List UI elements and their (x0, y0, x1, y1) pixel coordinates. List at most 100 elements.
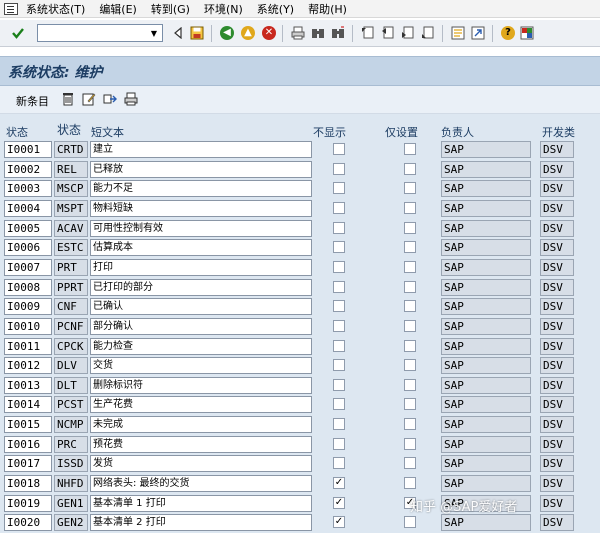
no-display-checkbox[interactable] (333, 241, 345, 254)
command-input[interactable] (38, 25, 146, 41)
short-text-field[interactable]: 已打印的部分 (90, 278, 312, 296)
cancel-icon[interactable]: ✕ (261, 25, 277, 41)
short-text-field[interactable]: 能力检查 (90, 337, 312, 355)
maintain-only-checkbox[interactable] (404, 339, 416, 352)
menu-system[interactable]: 系统(Y) (257, 1, 294, 17)
back-triangle-icon[interactable] (170, 25, 186, 41)
short-text-field[interactable]: 删除标识符 (90, 376, 312, 394)
short-text-field[interactable]: 已释放 (90, 160, 312, 178)
short-text-field[interactable]: 基本清单 2 打印 (90, 514, 312, 532)
short-text-field[interactable]: 发货 (90, 455, 312, 473)
no-display-checkbox[interactable] (333, 201, 345, 214)
maintain-only-checkbox[interactable] (404, 241, 416, 254)
exit-icon[interactable]: ▲ (240, 25, 256, 41)
status-id-field[interactable]: I0004 (4, 199, 52, 217)
column-header-owner[interactable]: 负责人 (441, 124, 474, 140)
edit-icon[interactable] (81, 91, 97, 107)
column-header-maintain-only[interactable]: 仅设置 (385, 124, 418, 140)
save-icon[interactable] (189, 25, 205, 41)
short-text-field[interactable]: 能力不足 (90, 180, 312, 198)
maintain-only-checkbox[interactable] (404, 378, 416, 391)
short-text-field[interactable]: 建立 (90, 141, 312, 158)
no-display-checkbox[interactable] (333, 457, 345, 470)
print-icon[interactable] (290, 25, 306, 41)
no-display-checkbox[interactable] (333, 378, 345, 391)
maintain-only-checkbox[interactable] (404, 437, 416, 450)
status-id-field[interactable]: I0018 (4, 475, 52, 493)
status-id-field[interactable]: I0008 (4, 278, 52, 296)
status-id-field[interactable]: I0012 (4, 357, 52, 375)
menu-environment[interactable]: 环境(N) (204, 1, 243, 17)
no-display-checkbox[interactable] (333, 221, 345, 234)
maintain-only-checkbox[interactable] (404, 201, 416, 214)
no-display-checkbox[interactable]: ✓ (333, 477, 345, 490)
maintain-only-checkbox[interactable] (404, 143, 416, 155)
short-text-field[interactable]: 网络表头: 最终的交货 (90, 475, 312, 493)
new-entries-button[interactable]: 新条目 (16, 93, 49, 109)
maintain-only-checkbox[interactable] (404, 359, 416, 372)
menu-edit[interactable]: 编辑(E) (99, 1, 137, 17)
short-text-field[interactable]: 可用性控制有效 (90, 219, 312, 237)
help-icon[interactable]: ? (500, 25, 516, 41)
new-session-icon[interactable] (450, 25, 466, 41)
no-display-checkbox[interactable] (333, 162, 345, 175)
short-text-field[interactable]: 打印 (90, 258, 312, 276)
next-page-icon[interactable] (400, 25, 416, 41)
short-text-field[interactable]: 部分确认 (90, 317, 312, 335)
no-display-checkbox[interactable] (333, 437, 345, 450)
maintain-only-checkbox[interactable] (404, 319, 416, 332)
prev-page-icon[interactable] (380, 25, 396, 41)
status-id-field[interactable]: I0017 (4, 455, 52, 473)
short-text-field[interactable]: 已确认 (90, 298, 312, 316)
status-id-field[interactable]: I0002 (4, 160, 52, 178)
maintain-only-checkbox[interactable] (404, 516, 416, 529)
maintain-only-checkbox[interactable] (404, 260, 416, 273)
no-display-checkbox[interactable] (333, 143, 345, 155)
status-id-field[interactable]: I0014 (4, 396, 52, 414)
short-text-field[interactable]: 未完成 (90, 416, 312, 434)
no-display-checkbox[interactable] (333, 359, 345, 372)
status-id-field[interactable]: I0009 (4, 298, 52, 316)
maintain-only-checkbox[interactable] (404, 221, 416, 234)
menu-system-status[interactable]: 系统状态(T) (26, 1, 85, 17)
shortcut-icon[interactable] (470, 25, 486, 41)
maintain-only-checkbox[interactable] (404, 457, 416, 470)
app-menu-icon[interactable] (4, 2, 18, 15)
status-id-field[interactable]: I0015 (4, 416, 52, 434)
maintain-only-checkbox[interactable] (404, 162, 416, 175)
maintain-only-checkbox[interactable] (404, 418, 416, 431)
no-display-checkbox[interactable] (333, 319, 345, 332)
short-text-field[interactable]: 物料短缺 (90, 199, 312, 217)
column-header-status[interactable]: 状态 (6, 124, 28, 140)
no-display-checkbox[interactable] (333, 280, 345, 293)
maintain-only-checkbox[interactable] (404, 477, 416, 490)
status-id-field[interactable]: I0013 (4, 376, 52, 394)
status-id-field[interactable]: I0016 (4, 435, 52, 453)
chevron-down-icon[interactable]: ▼ (146, 25, 162, 41)
maintain-only-checkbox[interactable] (404, 398, 416, 411)
status-id-field[interactable]: I0010 (4, 317, 52, 335)
no-display-checkbox[interactable]: ✓ (333, 496, 345, 509)
last-page-icon[interactable] (420, 25, 436, 41)
column-header-dev-class[interactable]: 开发类 (542, 124, 575, 140)
status-id-field[interactable]: I0011 (4, 337, 52, 355)
menu-help[interactable]: 帮助(H) (308, 1, 347, 17)
maintain-only-checkbox[interactable] (404, 280, 416, 293)
column-header-code[interactable]: 状态 (57, 121, 81, 138)
short-text-field[interactable]: 生产花费 (90, 396, 312, 414)
column-header-no-display[interactable]: 不显示 (313, 124, 346, 140)
no-display-checkbox[interactable]: ✓ (333, 516, 345, 529)
short-text-field[interactable]: 预花费 (90, 435, 312, 453)
find-icon[interactable] (310, 25, 326, 41)
status-id-field[interactable]: I0020 (4, 514, 52, 532)
transport-icon[interactable] (102, 91, 118, 107)
find-next-icon[interactable] (330, 25, 346, 41)
short-text-field[interactable]: 估算成本 (90, 239, 312, 257)
back-icon[interactable]: ◀ (219, 25, 235, 41)
status-id-field[interactable]: I0003 (4, 180, 52, 198)
no-display-checkbox[interactable] (333, 300, 345, 313)
short-text-field[interactable]: 交货 (90, 357, 312, 375)
status-id-field[interactable]: I0006 (4, 239, 52, 257)
delete-icon[interactable] (60, 91, 76, 107)
short-text-field[interactable]: 基本清单 1 打印 (90, 494, 312, 512)
